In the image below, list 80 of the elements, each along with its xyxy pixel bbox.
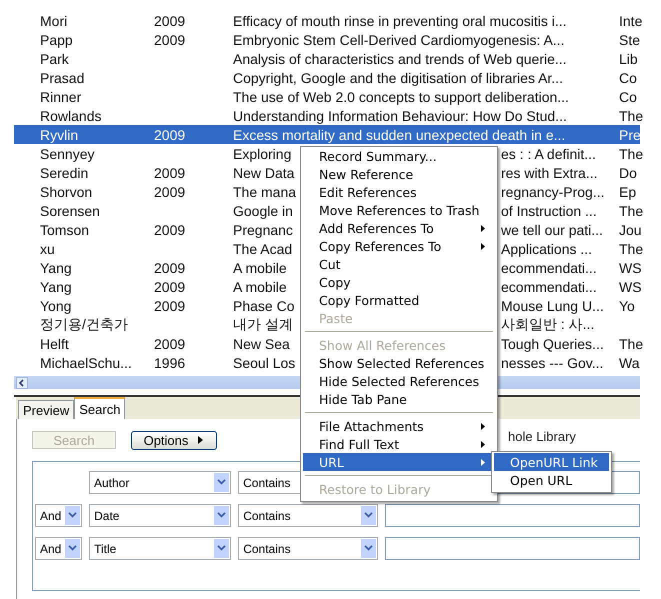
journal-cell: Pre (619, 126, 641, 142)
title-cell: regnancy-Prog... (501, 184, 604, 200)
title-cell: Analysis of characteristics and trends of Web querie... (233, 50, 567, 66)
title-cell: New Sea (233, 336, 290, 352)
journal-cell: Ste (619, 32, 640, 48)
year-cell: 2009 (154, 222, 186, 238)
journal-cell: Yo (619, 298, 635, 314)
year-cell: 2009 (154, 126, 186, 142)
author-cell-text: Yong (40, 298, 72, 314)
author-cell-text: Prasad (40, 70, 86, 86)
author-cell-text: Ryvlin (40, 126, 80, 142)
title-cell: A mobile (233, 260, 287, 276)
title-cell: Seoul Los (233, 354, 296, 370)
title-cell: ecommendati... (501, 278, 597, 294)
title-cell: The mana (233, 184, 296, 200)
year-cell: 2009 (154, 260, 186, 276)
year-cell: 1996 (154, 354, 186, 370)
title-cell: we tell our pati... (501, 222, 603, 238)
journal-cell: WS (619, 260, 642, 276)
title-cell: 내가 설계 (233, 316, 293, 334)
journal-cell: Ep (619, 184, 636, 200)
author-cell-text: Papp (40, 32, 74, 48)
title-cell: es : : A definit... (501, 146, 596, 162)
title-cell: Applications ... (501, 240, 592, 256)
journal-cell: Jou (619, 222, 642, 238)
year-cell: 2009 (154, 12, 186, 28)
year-cell: 2009 (154, 278, 186, 294)
author-cell-text: Sorensen (40, 202, 101, 218)
journal-cell: Do (619, 164, 637, 180)
journal-cell: The (619, 202, 644, 218)
title-cell: New Data (233, 164, 294, 180)
title-cell: Efficacy of mouth rinse in preventing oral mucositis i... (233, 12, 567, 28)
author-cell-text: Sennyey (40, 146, 96, 162)
author-cell-text: Park (40, 50, 70, 66)
title-cell: ecommendati... (501, 260, 597, 276)
author-cell-text: Seredin (40, 164, 90, 180)
title-cell: The use of Web 2.0 concepts to support deliberation... (233, 88, 569, 104)
title-cell: Phase Co (233, 298, 294, 314)
title-cell: Copyright, Google and the digitisation of libraries Ar... (233, 70, 563, 86)
scope-text: hole Library (508, 429, 576, 444)
author-cell-text: Rinner (40, 88, 82, 104)
title-cell: A mobile (233, 278, 287, 294)
title-cell: Google in (233, 202, 293, 218)
author-cell-text: Tomson (40, 222, 90, 238)
title-cell: Excess mortality and sudden unexpected death in e... (233, 126, 566, 142)
author-cell-text: Yang (40, 278, 73, 294)
year-cell: 2009 (154, 184, 186, 200)
author-cell-text: Mori (40, 12, 68, 28)
title-cell: The Acad (233, 240, 292, 256)
author-cell-text: MichaelSchu... (40, 354, 133, 370)
title-cell: res with Extra... (501, 164, 598, 180)
year-cell: 2009 (154, 298, 186, 314)
title-cell: Pregnanc (233, 222, 293, 238)
year-cell: 2009 (154, 32, 186, 48)
journal-cell: The (619, 240, 644, 256)
journal-cell: Co (619, 70, 637, 86)
journal-cell: The (619, 336, 644, 352)
title-cell: nesses --- Gov... (501, 354, 604, 370)
journal-cell: WS (619, 278, 642, 294)
journal-cell: The (619, 146, 644, 162)
year-cell: 2009 (154, 336, 186, 352)
author-cell-text: Shorvon (40, 184, 94, 200)
author-cell-text: Rowlands (40, 108, 102, 124)
title-cell: Understanding Information Behaviour: How Do Stud... (233, 108, 567, 124)
title-cell: Exploring (233, 146, 292, 162)
author-cell-text: xu (40, 240, 56, 256)
journal-cell: The (619, 108, 644, 124)
title-cell: Embryonic Stem Cell-Derived Cardiomyogenesis: A... (233, 32, 564, 48)
year-cell: 2009 (154, 164, 186, 180)
title-cell: 사회일반 : 사... (501, 316, 594, 334)
title-cell: Tough Queries... (501, 336, 604, 352)
journal-cell: Co (619, 88, 637, 104)
title-cell: Mouse Lung U... (501, 298, 604, 314)
author-cell-text: Helft (40, 336, 70, 352)
title-cell: of Instruction ... (501, 202, 597, 218)
author-cell-text: 정기용/건축가 (40, 316, 129, 334)
journal-cell: Inte (619, 12, 642, 28)
journal-cell: Lib (619, 50, 638, 66)
author-cell-text: Yang (40, 260, 73, 276)
journal-cell: Wa (619, 354, 640, 370)
